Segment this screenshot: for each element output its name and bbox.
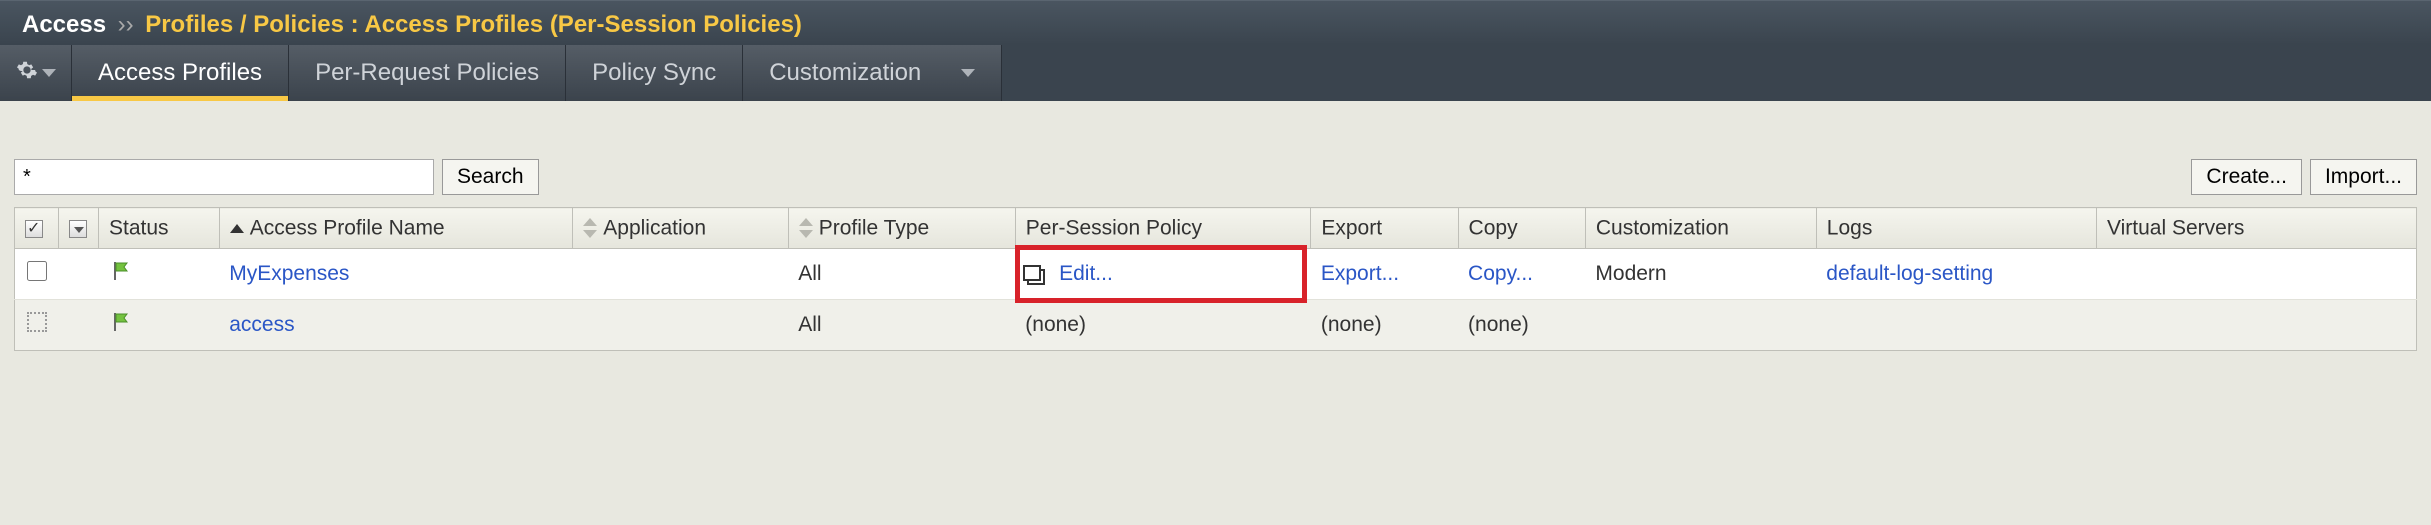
edit-policy-link[interactable]: Edit... bbox=[1059, 262, 1113, 285]
sort-icon bbox=[583, 218, 597, 238]
tabs-bar: Access Profiles Per-Request Policies Pol… bbox=[0, 45, 2431, 101]
breadcrumb-path: Profiles / Policies : Access Profiles (P… bbox=[145, 11, 802, 38]
cell-profile-type: All bbox=[798, 262, 821, 285]
tab-label: Customization bbox=[769, 59, 921, 87]
tab-label: Policy Sync bbox=[592, 59, 716, 87]
table-row: access All (none) (none) (none) bbox=[15, 300, 2417, 351]
cell-copy: (none) bbox=[1468, 313, 1529, 336]
tab-label: Access Profiles bbox=[98, 59, 262, 87]
filter-row: Search Create... Import... bbox=[14, 159, 2417, 195]
tab-customization[interactable]: Customization bbox=[743, 45, 1002, 101]
column-copy[interactable]: Copy bbox=[1458, 208, 1585, 249]
row-checkbox-disabled bbox=[27, 312, 47, 332]
table-header-row: Status Access Profile Name Application P… bbox=[15, 208, 2417, 249]
cell-customization: Modern bbox=[1595, 262, 1666, 285]
content-area: Search Create... Import... Status Access… bbox=[0, 101, 2431, 351]
sort-icon bbox=[799, 218, 813, 238]
cell-per-session: (none) bbox=[1025, 313, 1086, 336]
column-status-filter[interactable] bbox=[59, 208, 99, 249]
gear-icon bbox=[16, 59, 38, 87]
flag-icon bbox=[109, 316, 133, 339]
row-checkbox[interactable] bbox=[27, 261, 47, 281]
search-button[interactable]: Search bbox=[442, 159, 539, 195]
column-application[interactable]: Application bbox=[573, 208, 788, 249]
column-export[interactable]: Export bbox=[1311, 208, 1458, 249]
column-virtual-servers[interactable]: Virtual Servers bbox=[2097, 208, 2417, 249]
export-link[interactable]: Export... bbox=[1321, 262, 1399, 285]
column-name[interactable]: Access Profile Name bbox=[219, 208, 573, 249]
column-logs[interactable]: Logs bbox=[1816, 208, 2096, 249]
breadcrumb-separator: ›› bbox=[118, 11, 134, 38]
chevron-down-icon bbox=[42, 69, 56, 77]
sort-asc-icon bbox=[230, 224, 244, 233]
create-button[interactable]: Create... bbox=[2191, 159, 2302, 195]
popup-icon bbox=[1025, 267, 1043, 283]
table-row: MyExpenses All Edit... Export... Copy...… bbox=[15, 249, 2417, 300]
cell-export: (none) bbox=[1321, 313, 1382, 336]
profile-name-link[interactable]: access bbox=[229, 313, 294, 336]
dropdown-icon bbox=[69, 220, 87, 238]
tab-access-profiles[interactable]: Access Profiles bbox=[72, 45, 289, 101]
checkbox-icon bbox=[25, 220, 43, 238]
tab-per-request-policies[interactable]: Per-Request Policies bbox=[289, 45, 566, 101]
column-status[interactable]: Status bbox=[99, 208, 220, 249]
profile-name-link[interactable]: MyExpenses bbox=[229, 262, 349, 285]
tab-label: Per-Request Policies bbox=[315, 59, 539, 87]
import-button[interactable]: Import... bbox=[2310, 159, 2417, 195]
breadcrumb-root[interactable]: Access bbox=[22, 11, 106, 38]
column-profile-type[interactable]: Profile Type bbox=[788, 208, 1015, 249]
access-profiles-table: Status Access Profile Name Application P… bbox=[14, 207, 2417, 351]
cell-profile-type: All bbox=[798, 313, 821, 336]
breadcrumb: Access ›› Profiles / Policies : Access P… bbox=[0, 0, 2431, 45]
column-select-all[interactable] bbox=[15, 208, 59, 249]
search-input[interactable] bbox=[14, 159, 434, 195]
settings-menu-button[interactable] bbox=[0, 45, 72, 101]
column-per-session[interactable]: Per-Session Policy bbox=[1015, 208, 1311, 249]
copy-link[interactable]: Copy... bbox=[1468, 262, 1533, 285]
flag-icon bbox=[109, 265, 133, 288]
logs-link[interactable]: default-log-setting bbox=[1826, 262, 1993, 285]
chevron-down-icon bbox=[961, 69, 975, 77]
tab-policy-sync[interactable]: Policy Sync bbox=[566, 45, 743, 101]
column-customization[interactable]: Customization bbox=[1585, 208, 1816, 249]
